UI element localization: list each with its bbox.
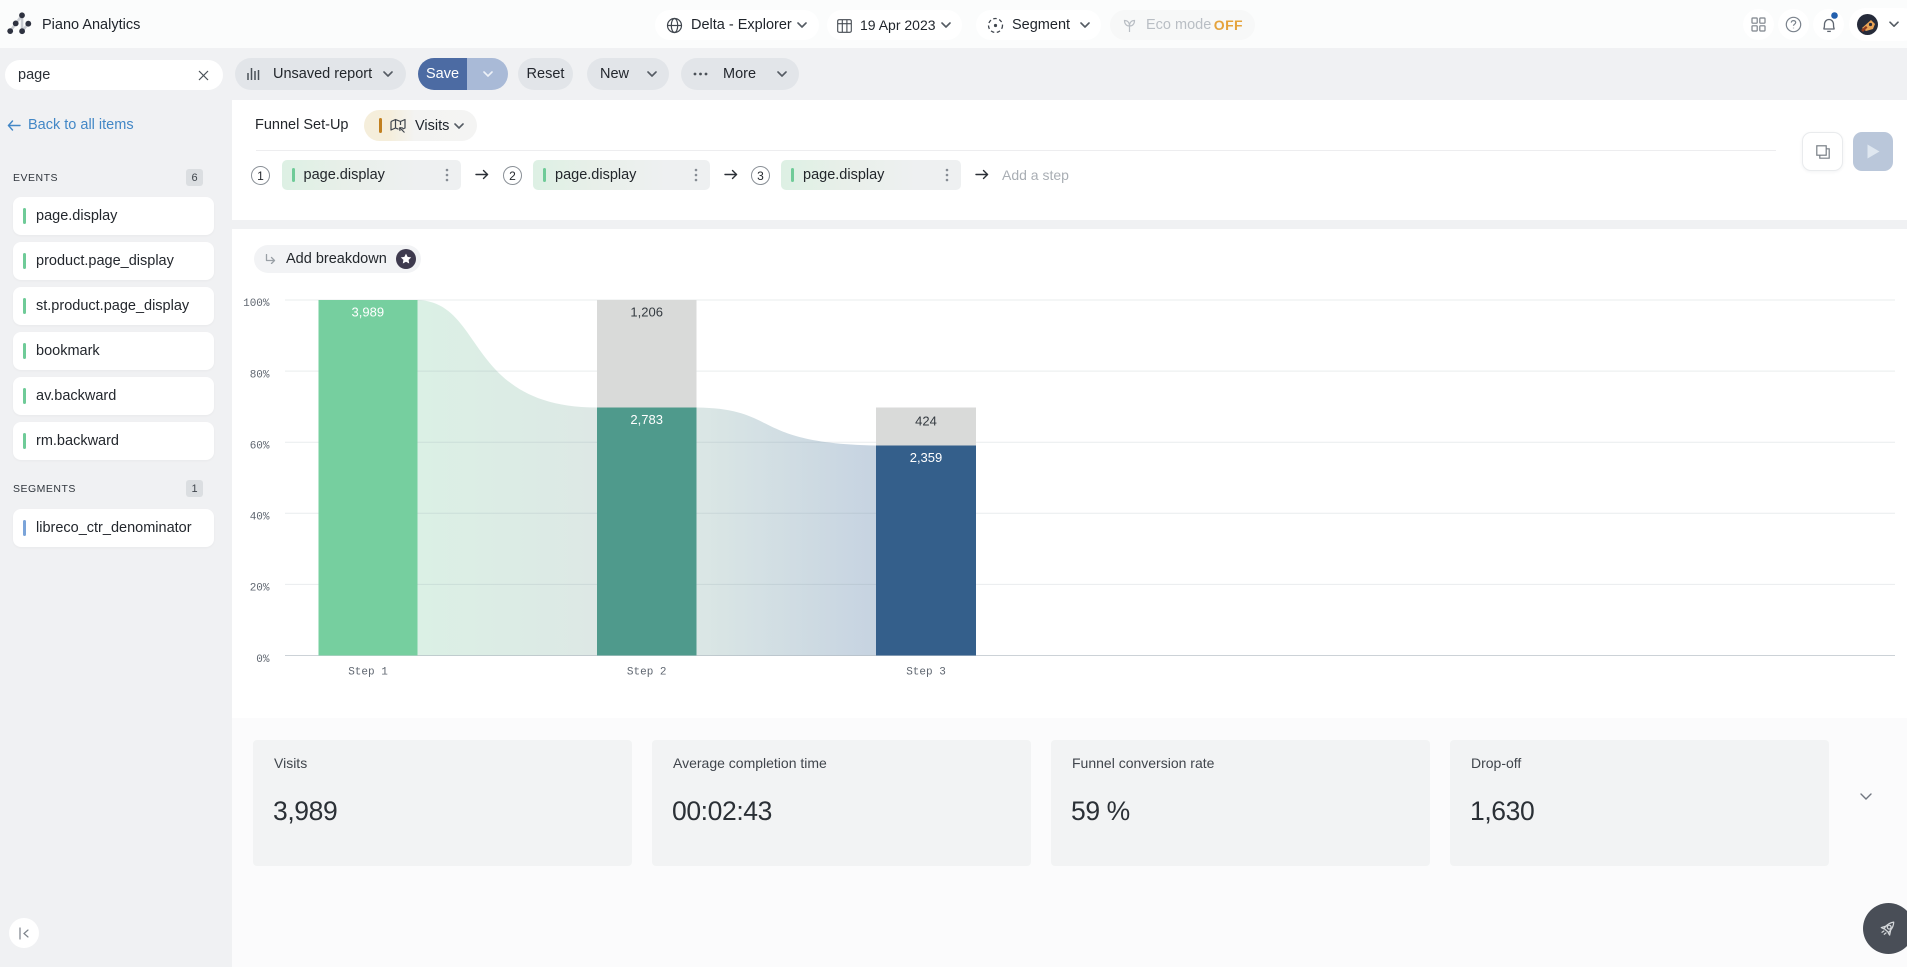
svg-text:424: 424: [915, 414, 937, 429]
svg-text:3,989: 3,989: [352, 305, 385, 320]
svg-text:Step 1: Step 1: [348, 667, 388, 679]
svg-text:2,783: 2,783: [630, 412, 663, 427]
svg-text:20%: 20%: [250, 583, 270, 595]
svg-text:60%: 60%: [250, 441, 270, 453]
svg-text:40%: 40%: [250, 512, 270, 524]
svg-text:Step 2: Step 2: [627, 667, 667, 679]
svg-text:100%: 100%: [243, 298, 270, 310]
svg-text:Step 3: Step 3: [906, 667, 946, 679]
svg-text:0%: 0%: [256, 654, 270, 666]
svg-text:1,206: 1,206: [630, 305, 663, 320]
svg-text:80%: 80%: [250, 369, 270, 381]
svg-text:2,359: 2,359: [910, 450, 943, 465]
